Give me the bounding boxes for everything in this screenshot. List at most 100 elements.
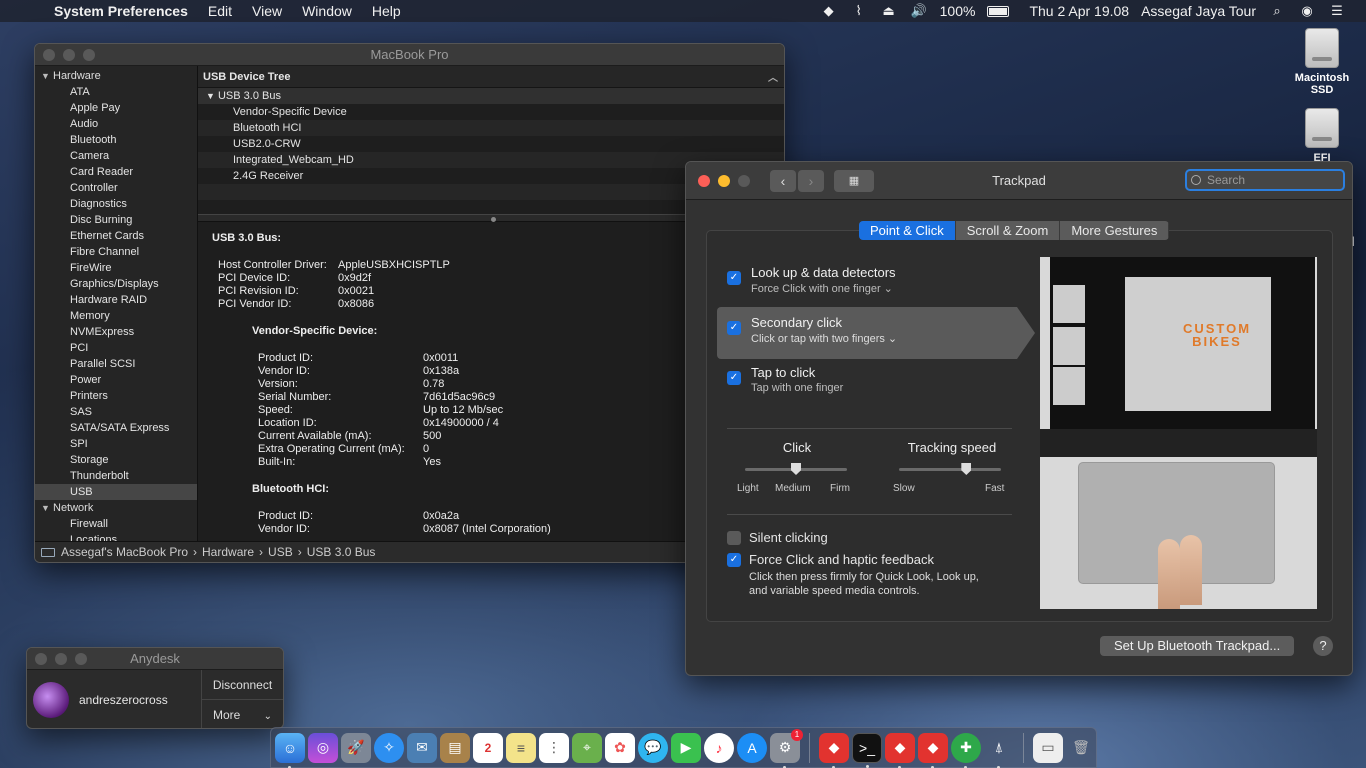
user-name[interactable]: Assegaf Jaya Tour bbox=[1141, 3, 1256, 19]
zoom-button[interactable] bbox=[75, 652, 87, 665]
system-preferences-icon[interactable]: ⚙ 1 bbox=[770, 728, 803, 768]
tree-row-bus[interactable]: ▼ USB 3.0 Bus bbox=[198, 88, 784, 104]
help-button[interactable]: ? bbox=[1313, 636, 1333, 656]
sidebar-item-storage[interactable]: Storage bbox=[35, 452, 197, 468]
search-field[interactable]: Search bbox=[1185, 169, 1345, 191]
path-usb[interactable]: USB bbox=[268, 545, 293, 559]
volume-icon[interactable]: 🔊 bbox=[910, 4, 928, 18]
sidebar-group-network[interactable]: ▼ Network bbox=[35, 500, 197, 516]
checkbox-checked[interactable]: ✓ bbox=[727, 321, 741, 335]
itunes-icon[interactable]: ♪ bbox=[704, 732, 734, 763]
checkbox-checked[interactable]: ✓ bbox=[727, 271, 741, 285]
sidebar-item-fibre-channel[interactable]: Fibre Channel bbox=[35, 244, 197, 260]
sidebar-item-pci[interactable]: PCI bbox=[35, 340, 197, 356]
minimize-button[interactable] bbox=[55, 652, 67, 665]
tab-more-gestures[interactable]: More Gestures bbox=[1060, 221, 1170, 240]
reminders-icon[interactable]: ⋮ bbox=[539, 732, 569, 763]
tree-row[interactable]: Bluetooth HCI bbox=[198, 120, 784, 136]
chevron-up-icon[interactable]: ︿ bbox=[768, 69, 778, 84]
maps-icon[interactable]: ⌖ bbox=[572, 732, 602, 763]
option-tap-to-click[interactable]: ✓ Tap to click Tap with one finger bbox=[727, 365, 843, 394]
finder-icon[interactable]: ☺ bbox=[275, 732, 305, 768]
anydesk-icon-2[interactable]: ◆ bbox=[885, 732, 915, 768]
contacts-icon[interactable]: ▤ bbox=[440, 732, 470, 763]
option-dropdown[interactable]: Force Click with one finger ⌄ bbox=[751, 282, 896, 295]
option-force-click[interactable]: ✓ Force Click and haptic feedback Click … bbox=[727, 552, 979, 598]
sidebar-item-nvmexpress[interactable]: NVMExpress bbox=[35, 324, 197, 340]
tracking-slider-knob[interactable] bbox=[961, 463, 972, 475]
network-utility-icon[interactable]: ✚ bbox=[951, 732, 981, 768]
desktop-disk-macintosh-ssd[interactable]: Macintosh SSD bbox=[1287, 28, 1357, 96]
calendar-icon[interactable]: 2 bbox=[473, 732, 503, 763]
disclosure-triangle-icon[interactable]: ▼ bbox=[41, 500, 53, 516]
sidebar-item-ata[interactable]: ATA bbox=[35, 84, 197, 100]
disclosure-triangle-icon[interactable]: ▼ bbox=[41, 68, 53, 84]
path-hardware[interactable]: Hardware bbox=[202, 545, 254, 559]
sidebar-item-disc-burning[interactable]: Disc Burning bbox=[35, 212, 197, 228]
anydesk-icon[interactable]: ◆ bbox=[819, 732, 849, 768]
close-button[interactable] bbox=[35, 652, 47, 665]
messages-icon[interactable]: 💬 bbox=[638, 732, 668, 763]
setup-bluetooth-trackpad-button[interactable]: Set Up Bluetooth Trackpad... bbox=[1100, 636, 1295, 656]
sidebar-item-thunderbolt[interactable]: Thunderbolt bbox=[35, 468, 197, 484]
menu-window[interactable]: Window bbox=[302, 3, 352, 19]
option-dropdown[interactable]: Click or tap with two fingers ⌄ bbox=[751, 332, 897, 345]
sidebar-item-card-reader[interactable]: Card Reader bbox=[35, 164, 197, 180]
path-usb-bus[interactable]: USB 3.0 Bus bbox=[307, 545, 376, 559]
sidebar-item-firewire[interactable]: FireWire bbox=[35, 260, 197, 276]
forward-button[interactable]: › bbox=[798, 169, 824, 192]
menu-help[interactable]: Help bbox=[372, 3, 401, 19]
anydesk-icon-3[interactable]: ◆ bbox=[918, 732, 948, 768]
tab-scroll-zoom[interactable]: Scroll & Zoom bbox=[955, 221, 1061, 240]
sidebar-item-printers[interactable]: Printers bbox=[35, 388, 197, 404]
spotlight-icon[interactable]: ⌕ bbox=[1268, 4, 1286, 18]
sidebar-item-graphics-displays[interactable]: Graphics/Displays bbox=[35, 276, 197, 292]
anydesk-status-icon[interactable]: ◆ bbox=[820, 4, 838, 18]
disclosure-triangle-icon[interactable]: ▼ bbox=[206, 91, 215, 101]
facetime-icon[interactable]: ▶ bbox=[671, 732, 701, 763]
trash-icon[interactable]: 🗑 bbox=[1066, 733, 1096, 763]
sidebar-item-usb[interactable]: USB bbox=[35, 484, 197, 500]
tracking-slider[interactable] bbox=[899, 468, 1001, 471]
option-secondary-click[interactable]: ✓ Secondary click Click or tap with two f… bbox=[727, 315, 897, 345]
window-titlebar[interactable]: Anydesk bbox=[27, 648, 283, 670]
activity-monitor-icon[interactable]: ⌇ bbox=[850, 4, 868, 18]
launchpad-icon[interactable]: 🚀 bbox=[341, 732, 371, 763]
menu-app-name[interactable]: System Preferences bbox=[54, 3, 188, 19]
option-look-up[interactable]: ✓ Look up & data detectors Force Click wi… bbox=[727, 265, 896, 295]
tree-row[interactable]: USB2.0-CRW bbox=[198, 136, 784, 152]
sidebar-item-sata[interactable]: SATA/SATA Express bbox=[35, 420, 197, 436]
clock[interactable]: Thu 2 Apr 19.08 bbox=[1029, 3, 1129, 19]
show-all-grid-icon[interactable]: ▦ bbox=[834, 169, 874, 192]
siri-icon[interactable]: ◎ bbox=[308, 732, 338, 763]
minimize-button[interactable] bbox=[63, 48, 75, 61]
sidebar-item-camera[interactable]: Camera bbox=[35, 148, 197, 164]
notes-icon[interactable]: ≡ bbox=[506, 732, 536, 763]
sidebar-item-hardware-raid[interactable]: Hardware RAID bbox=[35, 292, 197, 308]
airplay-icon[interactable]: ⏏ bbox=[880, 4, 898, 18]
sidebar-item-bluetooth[interactable]: Bluetooth bbox=[35, 132, 197, 148]
app-store-icon[interactable]: A bbox=[737, 732, 767, 763]
sidebar-group-hardware[interactable]: ▼ Hardware bbox=[35, 68, 197, 84]
document-icon[interactable]: ▭ bbox=[1033, 732, 1063, 763]
sidebar-item-ethernet-cards[interactable]: Ethernet Cards bbox=[35, 228, 197, 244]
sidebar-item-memory[interactable]: Memory bbox=[35, 308, 197, 324]
checkbox-checked[interactable]: ✓ bbox=[727, 371, 741, 385]
zoom-button[interactable] bbox=[738, 174, 750, 187]
sidebar-item-firewall[interactable]: Firewall bbox=[35, 516, 197, 532]
more-button[interactable]: More ⌄ bbox=[202, 700, 283, 728]
click-slider-knob[interactable] bbox=[791, 463, 801, 475]
usb-utility-icon[interactable]: ⍋ bbox=[984, 733, 1014, 768]
battery-icon[interactable] bbox=[987, 5, 1010, 17]
close-button[interactable] bbox=[43, 48, 55, 61]
notification-center-icon[interactable]: ☰ bbox=[1328, 4, 1346, 18]
sidebar-item-diagnostics[interactable]: Diagnostics bbox=[35, 196, 197, 212]
sidebar-item-parallel-scsi[interactable]: Parallel SCSI bbox=[35, 356, 197, 372]
desktop-disk-efi[interactable]: EFI bbox=[1287, 108, 1357, 164]
terminal-icon[interactable]: >_ bbox=[852, 732, 882, 768]
siri-icon[interactable]: ◉ bbox=[1298, 4, 1316, 18]
close-button[interactable] bbox=[698, 174, 710, 187]
checkbox-checked[interactable]: ✓ bbox=[727, 553, 741, 567]
checkbox-unchecked[interactable] bbox=[727, 531, 741, 545]
tree-header[interactable]: USB Device Tree ︿ bbox=[198, 66, 784, 88]
